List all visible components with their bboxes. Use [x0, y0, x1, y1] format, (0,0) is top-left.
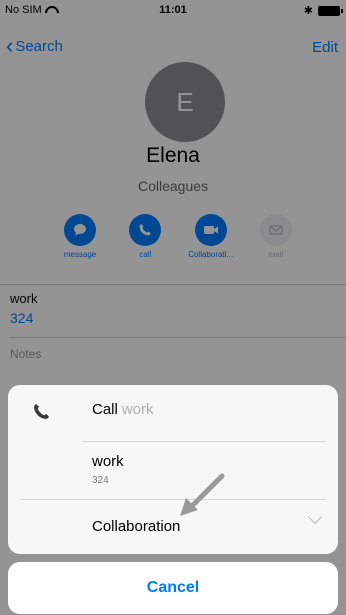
work-option-number: 324 — [92, 475, 109, 486]
call-title: Call work — [92, 401, 154, 418]
pointer-arrow-icon — [180, 473, 225, 516]
call-title-label: Call — [92, 401, 118, 418]
phone-icon — [34, 404, 49, 419]
work-option-title: work — [92, 453, 124, 470]
chevron-down-icon[interactable] — [307, 509, 323, 525]
call-title-sub: work — [121, 401, 154, 418]
cancel-button[interactable]: Cancel — [8, 562, 338, 614]
call-header-row: Call work — [8, 385, 338, 441]
collaboration-option-title: Collaboration — [92, 518, 181, 535]
